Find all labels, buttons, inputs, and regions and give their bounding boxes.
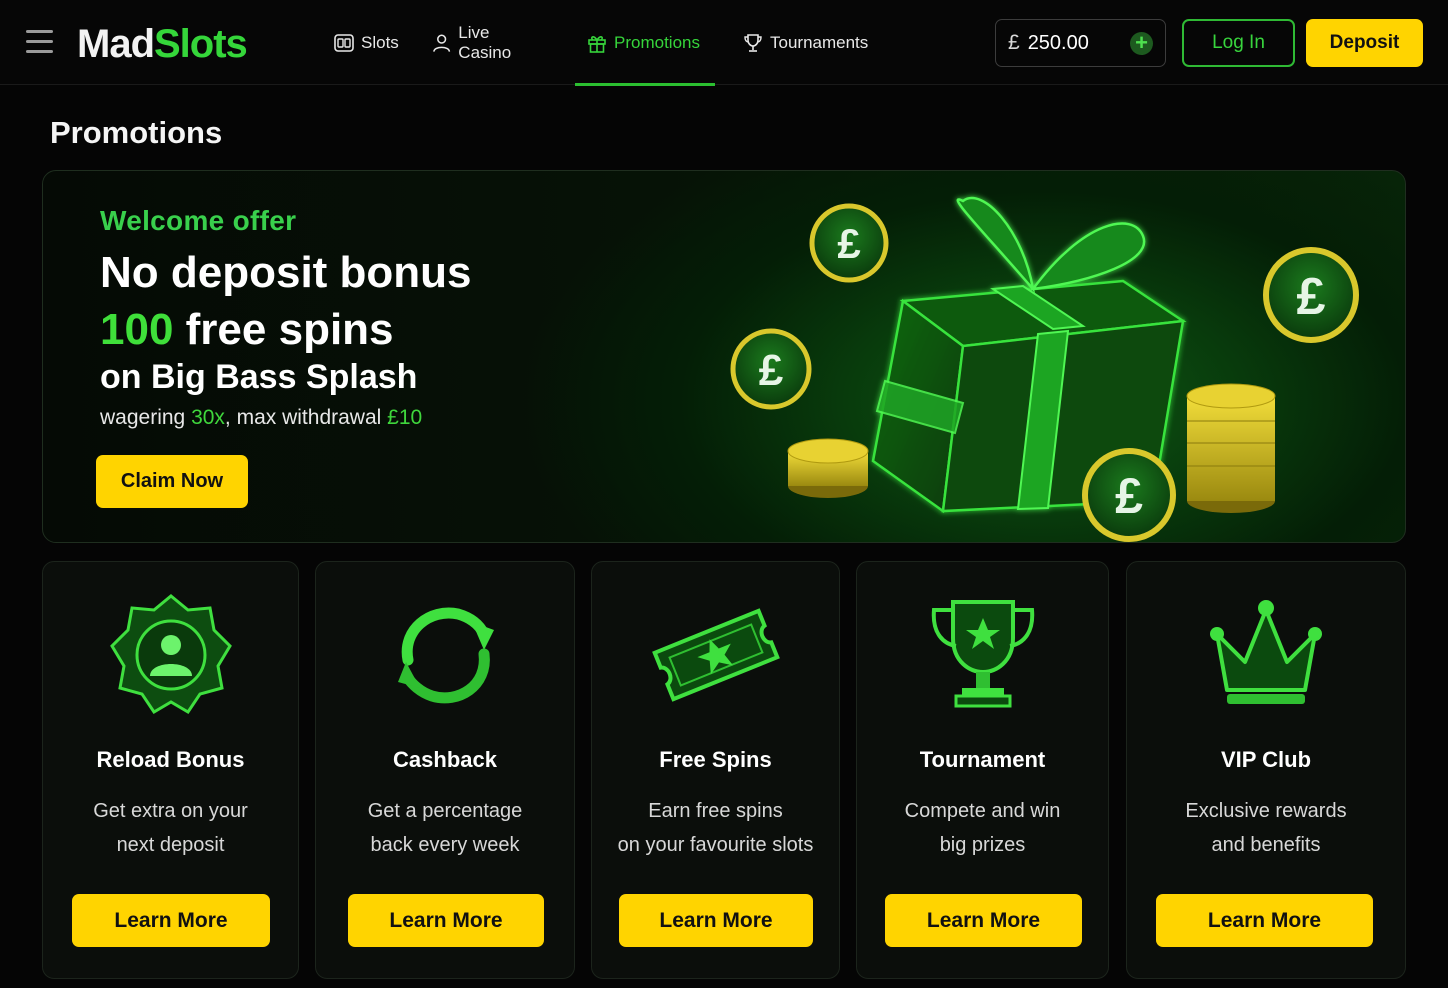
hero-spins: 100 free spins: [100, 303, 472, 357]
trophy-star-icon: [857, 590, 1108, 720]
card-desc-line1: Compete and win: [904, 800, 1061, 822]
deposit-button[interactable]: Deposit: [1306, 19, 1423, 67]
card-description: Earn free spins on your favourite slots: [592, 794, 839, 862]
promo-card-cashback: Cashback Get a percentage back every week…: [315, 561, 575, 979]
reload-badge-icon: [43, 590, 298, 720]
wagering-value: 30x: [191, 406, 225, 429]
gift-icon: [588, 35, 606, 53]
cashback-arrows-icon: [316, 590, 574, 720]
page-title: Promotions: [50, 115, 223, 150]
promo-card-reload-bonus: Reload Bonus Get extra on your next depos…: [42, 561, 299, 979]
terms-prefix: wagering: [100, 406, 192, 429]
promo-card-tournament: Tournament Compete and win big prizes Lea…: [856, 561, 1109, 979]
learn-more-button[interactable]: Learn More: [348, 894, 544, 947]
card-description: Exclusive rewards and benefits: [1127, 794, 1405, 862]
currency-symbol: £: [1008, 31, 1020, 54]
spins-text: free spins: [185, 305, 394, 354]
crown-icon: [1127, 590, 1405, 720]
learn-more-button[interactable]: Learn More: [72, 894, 270, 947]
user-icon: [433, 34, 451, 52]
hero-headline: No deposit bonus: [100, 248, 472, 297]
promo-card-vip-club: VIP Club Exclusive rewards and benefits L…: [1126, 561, 1406, 979]
card-description: Compete and win big prizes: [857, 794, 1108, 862]
card-desc-line1: Get extra on your: [93, 800, 248, 822]
card-desc-line2: back every week: [370, 834, 520, 856]
add-funds-plus-icon[interactable]: +: [1130, 31, 1153, 55]
claim-now-button[interactable]: Claim Now: [96, 455, 248, 508]
card-title: Reload Bonus: [96, 747, 245, 772]
max-withdrawal-value: £10: [387, 406, 423, 429]
learn-more-button[interactable]: Learn More: [1156, 894, 1373, 947]
card-desc-line2: on your favourite slots: [617, 834, 814, 856]
trophy-icon: [744, 33, 762, 52]
gift-box-coins-illustration: £ £ £ £: [730, 196, 1359, 542]
ticket-star-icon: [592, 590, 839, 720]
top-header: MadSlots Slots Live Casino Promotions To…: [0, 0, 1448, 86]
hamburger-menu-icon[interactable]: [26, 30, 53, 54]
svg-text:£: £: [1115, 468, 1143, 524]
nav-label: Slots: [361, 32, 399, 52]
nav-item-live-casino[interactable]: Live Casino: [420, 0, 556, 85]
card-desc-line1: Earn free spins: [648, 800, 783, 822]
hero-banner: Welcome offer No deposit bonus 100 free …: [42, 170, 1406, 543]
logo-text-part1: Mad: [77, 22, 155, 66]
card-description: Get extra on your next deposit: [43, 794, 298, 862]
site-logo[interactable]: MadSlots: [77, 20, 248, 68]
learn-more-button[interactable]: Learn More: [619, 894, 813, 947]
logo-text-part2: Slots: [154, 22, 248, 66]
slot-machine-icon: [334, 33, 354, 52]
svg-text:£: £: [837, 220, 860, 267]
balance-amount: 250.00: [1027, 31, 1089, 54]
nav-label: Tournaments: [770, 32, 869, 52]
hero-eyebrow: Welcome offer: [100, 205, 297, 236]
card-desc-line2: next deposit: [116, 834, 225, 856]
card-title: Free Spins: [659, 747, 772, 772]
card-description: Get a percentage back every week: [316, 794, 574, 862]
promo-card-free-spins: Free Spins Earn free spins on your favour…: [591, 561, 840, 979]
card-desc-line1: Exclusive rewards: [1185, 800, 1347, 822]
card-title: Tournament: [919, 747, 1046, 772]
hero-game: on Big Bass Splash: [100, 358, 418, 396]
nav-item-promotions[interactable]: Promotions: [575, 0, 715, 86]
card-title: VIP Club: [1220, 747, 1312, 772]
card-desc-line2: big prizes: [939, 834, 1026, 856]
learn-more-button[interactable]: Learn More: [885, 894, 1082, 947]
nav-label: Promotions: [614, 32, 700, 52]
login-button[interactable]: Log In: [1182, 19, 1295, 67]
spins-count: 100: [100, 305, 174, 354]
nav-item-tournaments[interactable]: Tournaments: [731, 0, 881, 85]
hero-text: Welcome offer No deposit bonus 100 free …: [100, 205, 472, 430]
terms-mid: , max withdrawal: [224, 406, 388, 429]
balance-display[interactable]: £ 250.00 +: [995, 19, 1166, 67]
card-desc-line1: Get a percentage: [367, 800, 523, 822]
nav-item-slots[interactable]: Slots: [322, 0, 414, 85]
main-nav: Slots Live Casino Promotions Tournaments: [322, 0, 881, 86]
nav-label: Live Casino: [458, 22, 512, 62]
svg-text:£: £: [759, 346, 784, 395]
card-title: Cashback: [393, 747, 497, 772]
svg-text:£: £: [1297, 268, 1326, 326]
card-desc-line2: and benefits: [1211, 834, 1321, 856]
hero-terms: wagering 30x, max withdrawal £10: [100, 406, 472, 430]
